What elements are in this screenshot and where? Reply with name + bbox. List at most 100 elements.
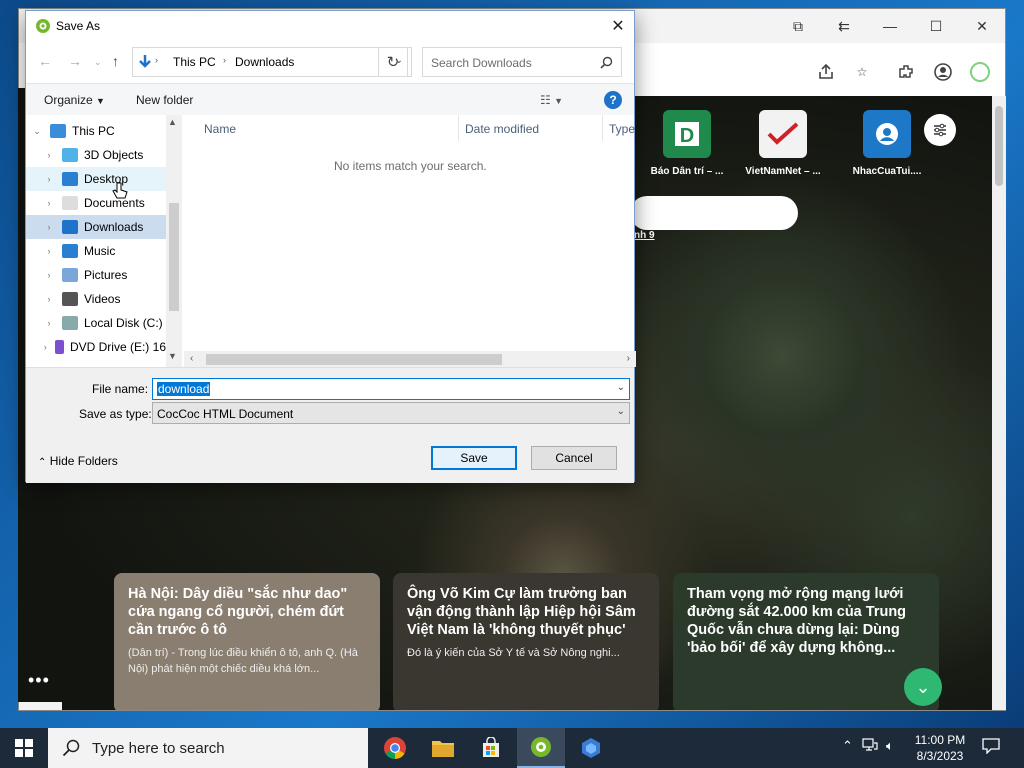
column-name[interactable]: Name <box>204 122 236 136</box>
notification-icon[interactable] <box>982 738 1000 757</box>
minimize-button[interactable]: — <box>867 9 913 43</box>
scroll-left-icon[interactable]: ‹ <box>190 353 193 364</box>
file-list-scrollbar-thumb[interactable] <box>206 354 502 365</box>
customize-icon[interactable] <box>924 114 956 146</box>
coccoc-taskbar-icon[interactable] <box>517 728 565 768</box>
bookmark-star-icon[interactable]: ☆ <box>849 59 875 85</box>
hide-folders-button[interactable]: ⌃ Hide Folders <box>38 454 118 468</box>
collections-icon[interactable]: ⇇ <box>821 9 867 43</box>
page-scrollbar-thumb[interactable] <box>995 106 1003 186</box>
recent-chevron-icon[interactable]: ⌄ <box>94 57 102 68</box>
profile-icon[interactable] <box>930 59 956 85</box>
store-icon[interactable] <box>467 728 515 768</box>
column-divider <box>602 115 603 141</box>
chevron-right-icon[interactable]: › <box>40 270 58 280</box>
file-list-scrollbar[interactable]: ‹ › <box>184 351 636 367</box>
chrome-icon[interactable] <box>371 728 419 768</box>
show-hidden-icons-icon[interactable]: ⌃ <box>842 738 853 754</box>
chevron-right-icon[interactable]: › <box>40 318 58 328</box>
new-folder-button[interactable]: New folder <box>136 93 193 107</box>
dvd-icon <box>54 340 64 354</box>
chevron-right-icon[interactable]: › <box>40 342 51 352</box>
news-link[interactable]: nh 9 <box>634 230 655 241</box>
volume-icon[interactable]: 🔈︎ <box>886 738 894 754</box>
up-arrow-icon[interactable]: ↑ <box>112 53 119 69</box>
search-input[interactable]: Search Downloads <box>422 47 622 77</box>
news-card[interactable]: Tham vọng mở rộng mạng lưới đường sắt 42… <box>673 573 939 710</box>
taskbar-search[interactable]: Type here to search <box>48 728 368 768</box>
scroll-right-icon[interactable]: › <box>627 353 630 364</box>
file-name-input[interactable]: download ⌄ <box>152 378 630 400</box>
nav-item[interactable]: › Documents <box>26 191 166 215</box>
dialog-title: Save As <box>56 19 101 33</box>
chevron-right-icon[interactable]: › <box>40 246 58 256</box>
share-icon[interactable] <box>813 59 839 85</box>
nav-item[interactable]: › Videos <box>26 287 166 311</box>
nav-item[interactable]: › Pictures <box>26 263 166 287</box>
shortcut-nhaccuatui[interactable]: NhacCuaTui.... <box>842 110 932 177</box>
caret-down-icon: ▼ <box>96 96 105 106</box>
taskbar-search-placeholder: Type here to search <box>92 739 225 757</box>
clock-time: 11:00 PM <box>914 733 966 747</box>
cancel-button[interactable]: Cancel <box>531 446 617 470</box>
reading-mode-icon[interactable]: ⧉ <box>775 9 821 43</box>
file-explorer-icon[interactable] <box>419 728 467 768</box>
search-bar[interactable] <box>630 196 798 230</box>
save-as-dialog: Save As ✕ ← → ⌄ ↑ › This PC › Downloads … <box>25 10 636 483</box>
dialog-close-button[interactable]: ✕ <box>602 11 634 41</box>
nav-item[interactable]: › Desktop <box>26 167 166 191</box>
taskbar: Type here to search ⌃ 🔈︎ 11:00 PM 8/3/20… <box>0 728 1024 768</box>
chevron-right-icon[interactable]: › <box>40 294 58 304</box>
nav-item[interactable]: › 3D Objects <box>26 143 166 167</box>
coccoc-logo-icon <box>36 19 50 33</box>
nav-item[interactable]: ⌄ This PC <box>26 119 166 143</box>
page-scrollbar[interactable] <box>992 96 1006 710</box>
scroll-down-button[interactable]: ⌄ <box>904 668 942 706</box>
address-bar[interactable]: › This PC › Downloads ⌄ <box>132 47 412 77</box>
file-name-dropdown-icon[interactable]: ⌄ <box>617 382 625 393</box>
more-options-icon[interactable]: ••• <box>28 670 50 691</box>
view-options-icon[interactable]: ☷ ▼ <box>540 93 563 107</box>
nav-item[interactable]: › Local Disk (C:) <box>26 311 166 335</box>
coccoc-status-icon[interactable] <box>967 59 993 85</box>
help-icon[interactable]: ? <box>604 91 622 109</box>
chevron-right-icon[interactable]: › <box>40 150 58 160</box>
forward-arrow-icon[interactable]: → <box>68 53 82 69</box>
column-date-modified[interactable]: Date modified <box>465 122 539 136</box>
save-type-select[interactable]: CocCoc HTML Document ⌄ <box>152 402 630 424</box>
extensions-icon[interactable] <box>893 59 919 85</box>
save-type-dropdown-icon[interactable]: ⌄ <box>617 406 625 417</box>
news-card[interactable]: Hà Nội: Dây diều "sắc như dao" cứa ngang… <box>114 573 380 710</box>
start-button[interactable] <box>0 728 48 768</box>
breadcrumb-chevron-icon: › <box>223 55 226 65</box>
maximize-button[interactable]: ☐ <box>913 9 959 43</box>
scroll-down-icon[interactable]: ▼ <box>168 351 177 361</box>
nav-item-label: This PC <box>72 124 115 138</box>
chevron-down-icon[interactable]: ⌄ <box>28 126 46 137</box>
breadcrumb-downloads[interactable]: Downloads <box>235 55 294 69</box>
chevron-right-icon[interactable]: › <box>40 174 58 184</box>
network-icon[interactable] <box>862 738 878 755</box>
breadcrumb-this-pc[interactable]: This PC <box>173 55 216 69</box>
column-type[interactable]: Type <box>609 122 635 136</box>
nav-item[interactable]: › Music <box>26 239 166 263</box>
clock[interactable]: 11:00 PM 8/3/2023 <box>905 732 975 764</box>
shortcut-dantri[interactable]: D Báo Dân trí – ... <box>642 110 732 177</box>
chevron-right-icon[interactable]: › <box>40 222 58 232</box>
news-card[interactable]: Ông Võ Kim Cự làm trưởng ban vận động th… <box>393 573 659 710</box>
nav-item[interactable]: › DVD Drive (E:) 16 <box>26 335 166 359</box>
organize-menu[interactable]: Organize ▼ <box>44 93 105 107</box>
news-card-title: Ông Võ Kim Cự làm trưởng ban vận động th… <box>407 586 636 638</box>
search-placeholder: Search Downloads <box>431 56 532 70</box>
app-icon[interactable] <box>567 728 615 768</box>
shortcut-vietnamnet[interactable]: VietNamNet – ... <box>738 110 828 177</box>
chevron-right-icon[interactable]: › <box>40 198 58 208</box>
refresh-button[interactable]: ↻ <box>378 47 408 77</box>
close-window-button[interactable]: ✕ <box>959 9 1005 43</box>
nav-scrollbar-thumb[interactable] <box>169 203 179 311</box>
back-arrow-icon[interactable]: ← <box>38 53 52 69</box>
nav-item[interactable]: › Downloads <box>26 215 166 239</box>
scroll-up-icon[interactable]: ▲ <box>168 117 177 127</box>
save-button[interactable]: Save <box>431 446 517 470</box>
nav-scrollbar[interactable]: ▲ ▼ <box>166 115 182 367</box>
